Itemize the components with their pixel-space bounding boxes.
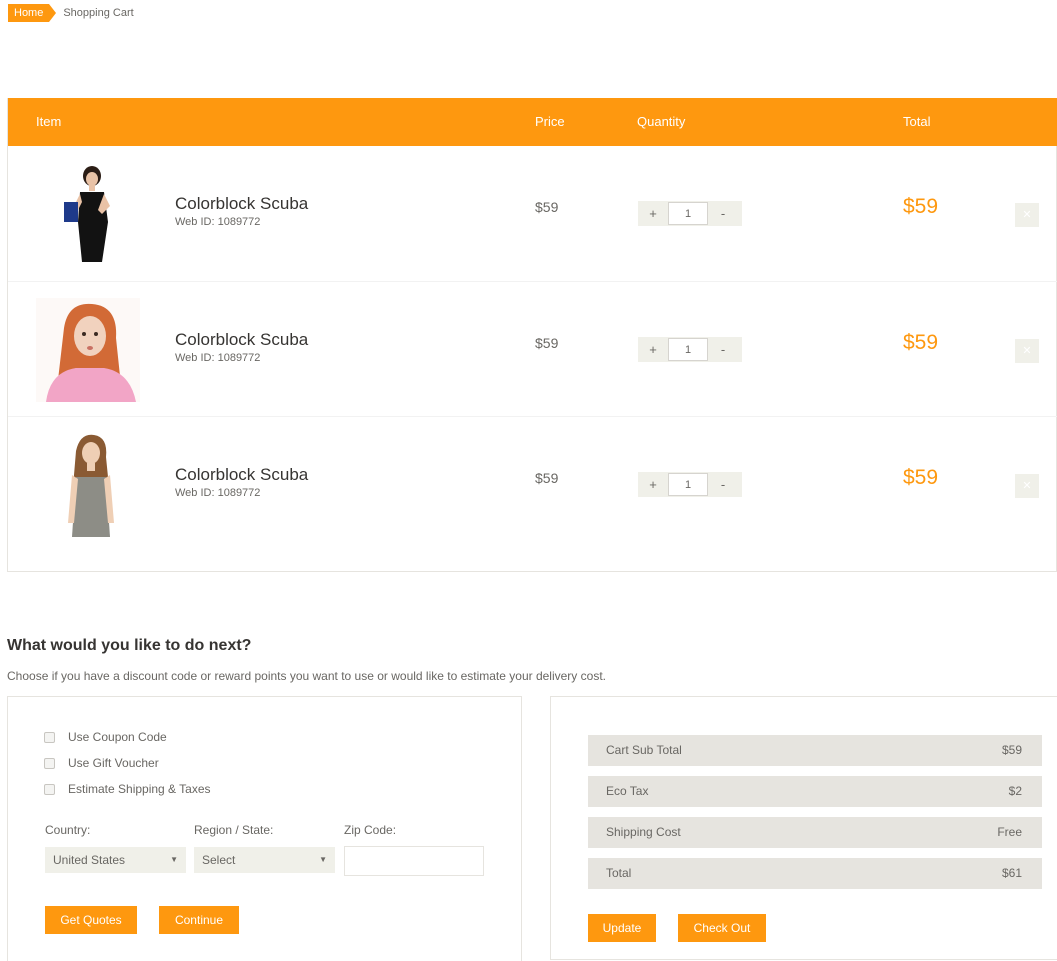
zip-code-input[interactable]: [344, 846, 484, 876]
product-name[interactable]: Colorblock Scuba: [175, 330, 308, 350]
quantity-stepper: + -: [638, 472, 742, 497]
header-quantity: Quantity: [637, 114, 686, 129]
line-total: $59: [903, 331, 939, 354]
quantity-minus-button[interactable]: -: [708, 342, 738, 357]
summary-label: Cart Sub Total: [606, 743, 682, 757]
summary-row: Shipping Cost Free: [588, 817, 1042, 848]
breadcrumb-home-link[interactable]: Home: [8, 4, 57, 22]
option-label: Use Gift Voucher: [68, 756, 159, 770]
option-label: Estimate Shipping & Taxes: [68, 782, 211, 796]
remove-item-button[interactable]: ✕: [1015, 339, 1039, 363]
quantity-stepper: + -: [638, 201, 742, 226]
cart-table-header: Item Price Quantity Total: [8, 98, 1057, 146]
cart-row: Colorblock Scuba Web ID: 1089772 $59 + -…: [8, 281, 1057, 416]
summary-row: Total $61: [588, 858, 1042, 889]
line-total: $59: [903, 466, 939, 489]
summary-row: Eco Tax $2: [588, 776, 1042, 807]
header-total: Total: [903, 114, 931, 129]
discount-shipping-panel: Use Coupon Code Use Gift Voucher Estimat…: [7, 696, 522, 961]
breadcrumb: Home Shopping Cart: [8, 4, 134, 22]
header-price: Price: [535, 114, 565, 129]
cart-row: Colorblock Scuba Web ID: 1089772 $59 + -…: [8, 416, 1057, 551]
region-select[interactable]: Select ▼: [194, 847, 335, 873]
summary-value: $61: [1001, 866, 1022, 880]
close-icon: ✕: [1022, 480, 1032, 492]
option-label: Use Coupon Code: [68, 730, 167, 744]
product-image[interactable]: [36, 433, 140, 537]
breadcrumb-current: Shopping Cart: [63, 7, 134, 19]
close-icon: ✕: [1022, 345, 1032, 357]
cart-row: Colorblock Scuba Web ID: 1089772 $59 + -…: [8, 146, 1057, 281]
option-estimate-shipping[interactable]: Estimate Shipping & Taxes: [44, 782, 211, 796]
quantity-minus-button[interactable]: -: [708, 206, 738, 221]
product-web-id: Web ID: 1089772: [175, 487, 261, 499]
product-photo-woman-pink-top: [36, 298, 140, 402]
quantity-input[interactable]: [668, 338, 708, 361]
product-image[interactable]: [36, 298, 140, 402]
cart-summary-panel: Cart Sub Total $59 Eco Tax $2 Shipping C…: [550, 696, 1057, 960]
estimate-shipping-checkbox[interactable]: [44, 783, 55, 795]
summary-value: Free: [997, 825, 1022, 839]
product-photo-woman-grey-top: [36, 433, 140, 537]
close-icon: ✕: [1022, 209, 1032, 221]
quantity-input[interactable]: [668, 473, 708, 496]
chevron-down-icon: ▼: [170, 855, 178, 864]
gift-voucher-checkbox[interactable]: [44, 757, 55, 769]
summary-value: $2: [1008, 784, 1022, 798]
product-name[interactable]: Colorblock Scuba: [175, 465, 308, 485]
line-total: $59: [903, 195, 939, 218]
update-button[interactable]: Update: [588, 914, 656, 942]
remove-item-button[interactable]: ✕: [1015, 203, 1039, 227]
check-out-button[interactable]: Check Out: [678, 914, 766, 942]
product-web-id: Web ID: 1089772: [175, 352, 261, 364]
quantity-plus-button[interactable]: +: [638, 342, 668, 357]
product-photo-woman-black-dress: [36, 162, 140, 266]
next-section-title: What would you like to do next?: [7, 637, 252, 654]
country-label: Country:: [45, 823, 91, 837]
cart-table: Item Price Quantity Total Colorblock Scu…: [7, 98, 1057, 572]
product-name[interactable]: Colorblock Scuba: [175, 194, 308, 214]
continue-button[interactable]: Continue: [159, 906, 239, 934]
get-quotes-button[interactable]: Get Quotes: [45, 906, 137, 934]
product-price: $59: [535, 335, 559, 351]
quantity-stepper: + -: [638, 337, 742, 362]
quantity-minus-button[interactable]: -: [708, 477, 738, 492]
zip-label: Zip Code:: [344, 823, 397, 837]
next-section-description: Choose if you have a discount code or re…: [7, 669, 606, 683]
product-price: $59: [535, 470, 559, 486]
country-select[interactable]: United States ▼: [45, 847, 186, 873]
quantity-plus-button[interactable]: +: [638, 477, 668, 492]
region-select-value: Select: [202, 853, 236, 867]
summary-label: Total: [606, 866, 632, 880]
option-coupon-code[interactable]: Use Coupon Code: [44, 730, 167, 744]
product-price: $59: [535, 199, 559, 215]
chevron-down-icon: ▼: [319, 855, 327, 864]
product-web-id: Web ID: 1089772: [175, 216, 261, 228]
header-item: Item: [36, 114, 62, 129]
product-image[interactable]: [36, 162, 140, 266]
summary-row: Cart Sub Total $59: [588, 735, 1042, 766]
quantity-input[interactable]: [668, 202, 708, 225]
summary-value: $59: [1001, 743, 1022, 757]
coupon-code-checkbox[interactable]: [44, 731, 55, 743]
summary-label: Eco Tax: [606, 784, 649, 798]
region-label: Region / State:: [194, 823, 274, 837]
country-select-value: United States: [53, 853, 126, 867]
remove-item-button[interactable]: ✕: [1015, 474, 1039, 498]
quantity-plus-button[interactable]: +: [638, 206, 668, 221]
summary-label: Shipping Cost: [606, 825, 681, 839]
option-gift-voucher[interactable]: Use Gift Voucher: [44, 756, 159, 770]
